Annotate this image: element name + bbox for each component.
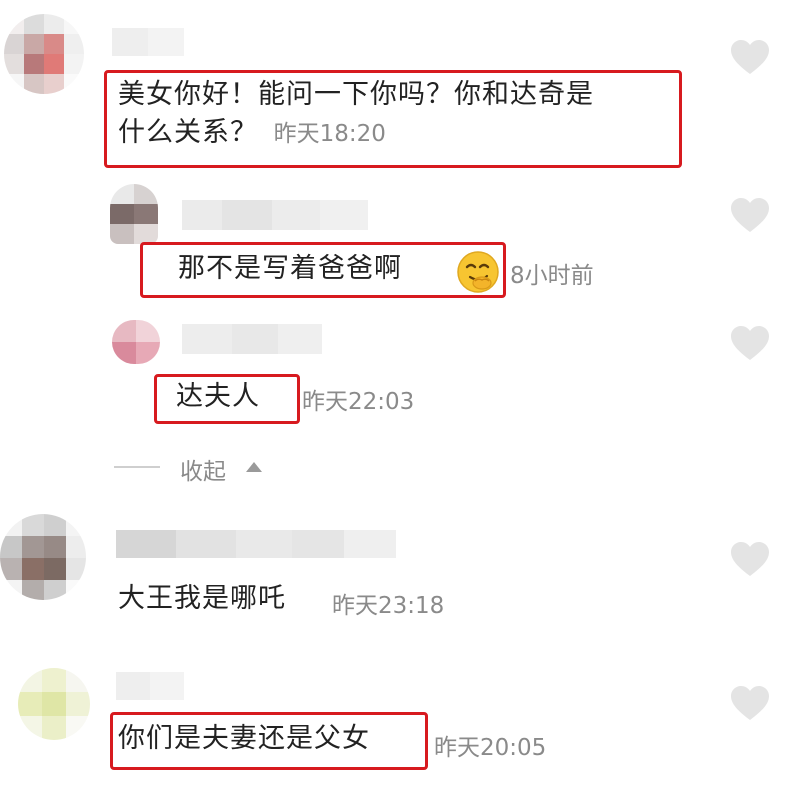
username-blurred[interactable] <box>116 672 184 700</box>
avatar[interactable] <box>18 668 90 740</box>
avatar[interactable] <box>0 514 86 600</box>
comment-text[interactable]: 那不是写着爸爸啊 <box>178 250 402 288</box>
comment-text-line1: 美女你好！能问一下你吗？你和达奇是 <box>118 79 594 110</box>
like-heart-icon[interactable] <box>730 326 770 362</box>
reply-text[interactable]: 达夫人 <box>176 378 260 416</box>
username-blurred[interactable] <box>182 324 322 354</box>
like-heart-icon[interactable] <box>730 542 770 578</box>
comment-text[interactable]: 大王我是哪吒 <box>118 580 286 618</box>
comment-text-line2: 什么关系？ <box>118 117 258 148</box>
username-blurred[interactable] <box>116 530 396 558</box>
caret-up-icon[interactable] <box>244 459 264 473</box>
reply-text: 那不是写着爸爸啊 <box>178 253 402 284</box>
timestamp: 昨天20:05 <box>434 735 547 761</box>
comment-text[interactable]: 你们是夫妻还是父女 <box>118 720 370 758</box>
collapse-label[interactable]: 收起 <box>180 452 226 486</box>
like-heart-icon[interactable] <box>730 686 770 722</box>
timestamp: 昨天22:03 <box>302 389 415 415</box>
comment-text[interactable]: 美女你好！能问一下你吗？你和达奇是 什么关系？ 昨天18:20 <box>118 76 678 153</box>
timestamp: 8小时前 <box>510 263 594 289</box>
like-heart-icon[interactable] <box>730 40 770 76</box>
divider <box>114 466 160 468</box>
avatar[interactable] <box>112 320 160 364</box>
timestamp: 昨天18:20 <box>273 121 386 147</box>
avatar[interactable] <box>110 184 158 244</box>
username-blurred[interactable] <box>112 28 184 56</box>
timestamp: 昨天23:18 <box>332 593 445 619</box>
username-blurred[interactable] <box>182 200 368 230</box>
smirking-face-emoji-icon <box>457 251 499 293</box>
like-heart-icon[interactable] <box>730 198 770 234</box>
avatar[interactable] <box>4 14 84 94</box>
